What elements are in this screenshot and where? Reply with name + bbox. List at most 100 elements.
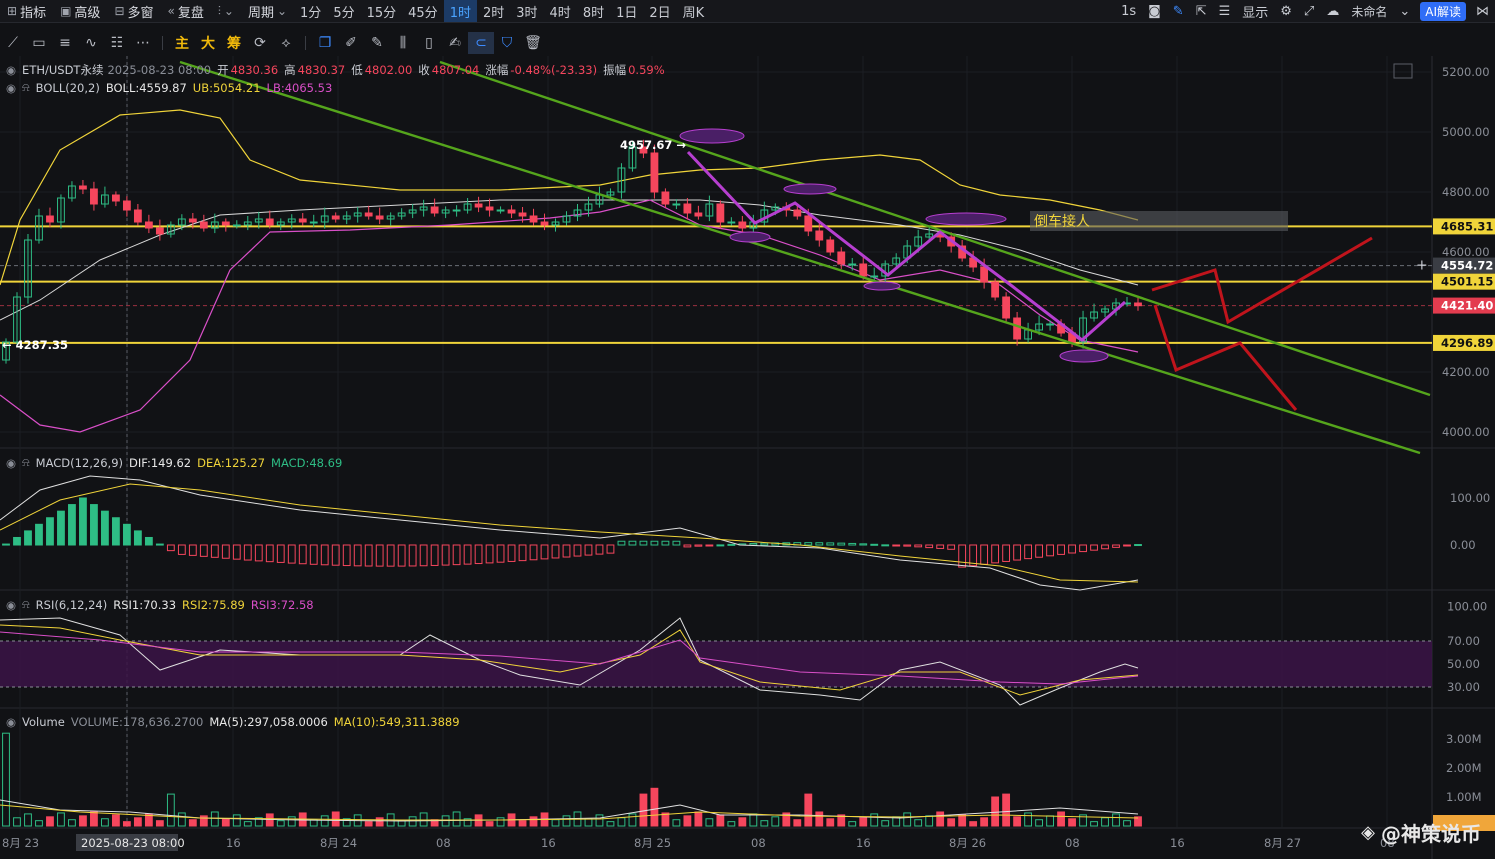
boll-lb-value: LB:4065.53 bbox=[266, 80, 333, 95]
price-tick: 4600.00 bbox=[1442, 245, 1490, 259]
macd-bar bbox=[221, 544, 230, 559]
macd-bar bbox=[1002, 544, 1011, 562]
volume-bar bbox=[914, 819, 923, 827]
macd-bar bbox=[518, 544, 527, 562]
rsi-tick: 30.00 bbox=[1447, 680, 1480, 694]
volume-bar bbox=[925, 815, 934, 827]
time-tick: 08 bbox=[1065, 836, 1080, 850]
volume-bar bbox=[804, 793, 813, 827]
candle bbox=[221, 221, 230, 226]
candle bbox=[1134, 302, 1142, 307]
candle bbox=[452, 209, 461, 212]
time-tag: 2025-08-23 08:00 bbox=[81, 836, 185, 850]
eye-icon[interactable]: ◉ bbox=[6, 456, 16, 470]
volume-bar bbox=[364, 821, 373, 827]
logo-icon: ◈ bbox=[1361, 822, 1375, 843]
volume-bar bbox=[210, 811, 219, 827]
macd-bar bbox=[430, 544, 439, 566]
candle bbox=[188, 218, 197, 223]
macd-bar bbox=[24, 530, 32, 546]
candle bbox=[694, 212, 703, 217]
macd-bar bbox=[760, 542, 769, 546]
macd-bar bbox=[991, 544, 1000, 564]
macd-bar bbox=[617, 540, 626, 546]
macd-bar bbox=[705, 544, 714, 547]
candle bbox=[474, 203, 483, 208]
pivot-ellipse bbox=[729, 231, 771, 243]
volume-bar bbox=[1112, 813, 1120, 827]
change-value: -0.48%(-23.33) bbox=[510, 63, 598, 77]
macd-bar bbox=[101, 510, 109, 546]
drawings: 倒车接人 4957.67 → ← 4287.35 bbox=[2, 60, 1431, 455]
macd-bar bbox=[386, 544, 395, 567]
eye-icon[interactable]: ◉ bbox=[6, 63, 16, 77]
eye-icon[interactable]: ◉ bbox=[6, 81, 16, 95]
chart-canvas[interactable]: 倒车接人 4957.67 → ← 4287.35 5200.00 5000.00 480… bbox=[0, 0, 1495, 859]
volume-bar bbox=[111, 814, 120, 827]
price-tick: 5200.00 bbox=[1442, 65, 1490, 79]
macd-bar bbox=[199, 544, 208, 557]
macd-bar bbox=[177, 544, 186, 555]
vol-tick: 3.00M bbox=[1446, 732, 1482, 746]
macd-bar bbox=[111, 517, 120, 546]
close-value: 4807.04 bbox=[431, 63, 480, 77]
symbol-label: ETH/USDT永续 bbox=[22, 63, 104, 77]
macd-bar bbox=[210, 544, 219, 558]
candle bbox=[265, 218, 274, 226]
time-tick: 08 bbox=[751, 836, 766, 850]
candle bbox=[650, 152, 659, 193]
volume-bar bbox=[243, 821, 252, 827]
time-tick: 8月 25 bbox=[634, 836, 671, 850]
volume-bar bbox=[958, 814, 967, 827]
macd-bar bbox=[661, 540, 670, 546]
bell-icon[interactable]: ⍾ bbox=[22, 80, 30, 95]
volume-bar bbox=[452, 811, 461, 827]
eye-icon[interactable]: ◉ bbox=[6, 598, 16, 612]
volume-bar bbox=[848, 821, 857, 827]
macd-bar bbox=[606, 544, 615, 554]
macd-bar bbox=[925, 544, 934, 549]
macd-bar bbox=[463, 544, 472, 565]
volume-bar bbox=[771, 816, 780, 827]
macd-pane bbox=[0, 475, 1142, 591]
volume-bar bbox=[35, 820, 43, 827]
price-tag: 4501.15 bbox=[1441, 275, 1493, 289]
volume-bar bbox=[485, 821, 494, 827]
candle bbox=[507, 209, 516, 214]
volume-ma10-value: MA(10):549,311.3889 bbox=[333, 715, 460, 729]
volume-bar bbox=[1002, 793, 1011, 827]
macd-bar bbox=[848, 542, 857, 546]
macd-bar bbox=[265, 544, 274, 563]
rsi-tick: 50.00 bbox=[1447, 657, 1480, 671]
volume-bar bbox=[562, 815, 571, 827]
high-mark: 4957.67 → bbox=[620, 138, 686, 152]
candle bbox=[1013, 317, 1022, 340]
bell-icon[interactable]: ⍾ bbox=[22, 597, 30, 612]
candle bbox=[980, 266, 989, 283]
eye-icon[interactable]: ◉ bbox=[6, 715, 16, 729]
volume-bar bbox=[1035, 819, 1043, 827]
candle bbox=[672, 203, 681, 206]
macd-bar bbox=[507, 544, 516, 562]
macd-tick: 0.00 bbox=[1450, 538, 1476, 552]
boll-ub-value: UB:5054.21 bbox=[192, 80, 261, 95]
pivot-ellipse bbox=[1059, 349, 1109, 363]
macd-bar bbox=[353, 544, 362, 567]
low-mark: ← 4287.35 bbox=[2, 338, 68, 352]
boll-value: BOLL:4559.87 bbox=[105, 80, 187, 95]
low-value: 4802.00 bbox=[364, 63, 413, 77]
bell-icon[interactable]: ⍾ bbox=[22, 455, 30, 470]
candle bbox=[870, 275, 879, 278]
candle bbox=[144, 221, 153, 229]
macd-bar bbox=[452, 544, 461, 566]
volume-bar bbox=[2, 732, 10, 827]
volume-bar bbox=[760, 820, 769, 827]
macd-bar bbox=[1079, 544, 1087, 553]
macd-bar bbox=[364, 544, 373, 567]
rsi-legend: ◉ ⍾ RSI(6,12,24) RSI1:70.33 RSI2:75.89 R… bbox=[6, 597, 314, 612]
macd-bar bbox=[1123, 544, 1131, 547]
volume-ma5-value: MA(5):297,058.0006 bbox=[209, 715, 328, 729]
macd-bar bbox=[166, 544, 175, 552]
macd-bar bbox=[727, 543, 736, 546]
candle bbox=[738, 221, 747, 229]
